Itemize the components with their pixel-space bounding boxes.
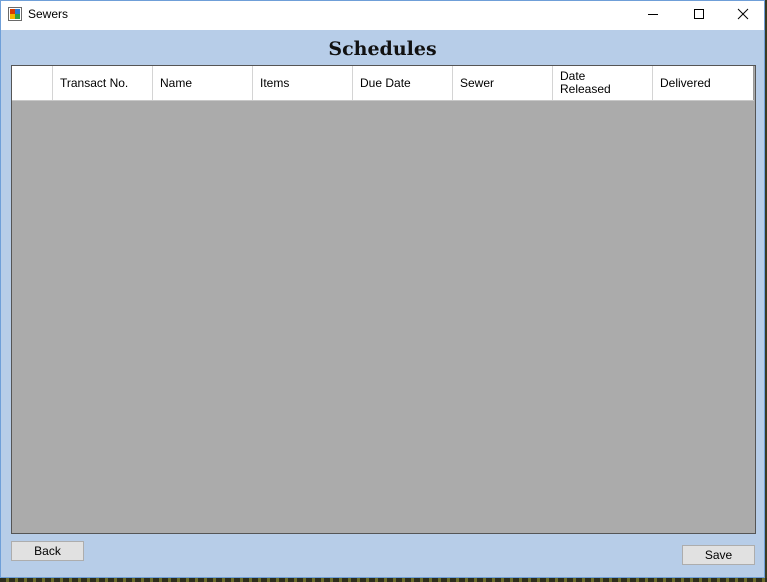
maximize-icon [693, 7, 705, 25]
column-header-items[interactable]: Items [253, 66, 353, 100]
column-header-transact-no[interactable]: Transact No. [53, 66, 153, 100]
title-bar[interactable]: Sewers [1, 1, 764, 30]
minimize-icon [647, 7, 659, 25]
column-header-due-date[interactable]: Due Date [353, 66, 453, 100]
close-button[interactable] [720, 1, 766, 30]
column-header-sewer[interactable]: Sewer [453, 66, 553, 100]
app-icon [8, 7, 22, 21]
schedules-grid[interactable]: Transact No. Name Items Due Date Sewer D… [11, 65, 756, 534]
grid-header: Transact No. Name Items Due Date Sewer D… [12, 66, 754, 101]
close-icon [737, 7, 749, 25]
sewers-window: Sewers Schedules Transact No. Name Items… [0, 0, 765, 578]
back-button[interactable]: Back [11, 541, 84, 561]
row-header-corner[interactable] [12, 66, 53, 100]
column-header-delivered[interactable]: Delivered [653, 66, 754, 100]
column-header-date-released[interactable]: Date Released [553, 66, 653, 100]
save-button[interactable]: Save [682, 545, 755, 565]
column-header-name[interactable]: Name [153, 66, 253, 100]
page-title: Schedules [328, 38, 437, 60]
maximize-button[interactable] [676, 1, 722, 30]
desktop-background-strip [0, 578, 767, 582]
minimize-button[interactable] [630, 1, 676, 30]
window-title: Sewers [28, 7, 69, 21]
